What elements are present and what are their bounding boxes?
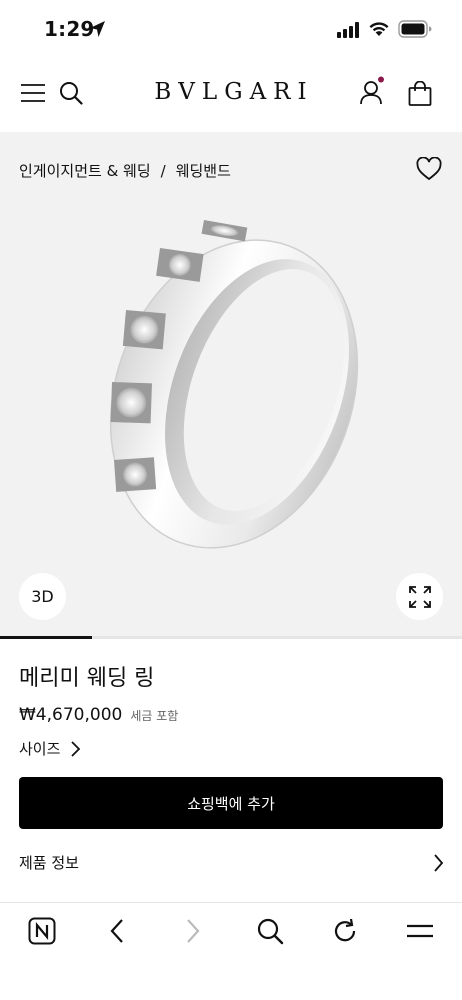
carousel-progress	[0, 636, 462, 639]
product-image-ring[interactable]	[92, 212, 372, 557]
browser-toolbar	[0, 902, 462, 1000]
size-label: 사이즈	[19, 740, 61, 758]
product-info-row[interactable]: 제품 정보	[19, 852, 443, 873]
chevron-right-icon	[71, 740, 81, 757]
heart-icon[interactable]	[416, 157, 442, 181]
add-to-bag-button[interactable]: 쇼핑백에 추가	[19, 777, 443, 829]
back-icon[interactable]	[108, 917, 126, 945]
n-icon[interactable]	[28, 917, 56, 945]
wifi-icon	[369, 22, 389, 36]
breadcrumb-item-engagement[interactable]: 인게이지먼트 & 웨딩	[19, 160, 151, 181]
chevron-right-icon	[434, 853, 443, 872]
breadcrumb-item-wedding-band[interactable]: 웨딩밴드	[176, 160, 231, 181]
price-row: ₩4,670,000 세금 포함	[19, 705, 178, 725]
view-3d-button[interactable]: 3D	[19, 573, 66, 620]
menu-icon[interactable]	[406, 917, 434, 945]
forward-icon[interactable]	[184, 917, 202, 945]
shopping-bag-icon[interactable]	[408, 81, 432, 107]
breadcrumb-separator: /	[160, 162, 166, 180]
location-arrow-icon	[90, 21, 105, 37]
status-bar: 1:29	[0, 0, 462, 62]
product-info-label: 제품 정보	[19, 854, 79, 872]
expand-icon	[408, 585, 431, 608]
signal-icon	[337, 22, 359, 38]
carousel-progress-fill	[0, 636, 93, 639]
product-name: 메리미 웨딩 링	[19, 666, 155, 691]
product-hero: 인게이지먼트 & 웨딩 / 웨딩밴드 3D	[0, 132, 462, 638]
account-icon[interactable]	[358, 76, 386, 106]
search-icon[interactable]	[256, 917, 284, 945]
breadcrumb: 인게이지먼트 & 웨딩 / 웨딩밴드	[19, 160, 231, 181]
battery-icon	[398, 20, 432, 38]
reload-icon[interactable]	[331, 917, 359, 945]
tax-note: 세금 포함	[130, 709, 179, 723]
notification-dot	[378, 76, 384, 83]
fullscreen-button[interactable]	[396, 573, 443, 620]
product-price: ₩4,670,000	[19, 705, 123, 725]
brand-logo[interactable]: BVLGARI	[0, 79, 462, 105]
site-header: BVLGARI	[0, 62, 462, 132]
status-time: 1:29	[44, 17, 95, 41]
size-selector[interactable]: 사이즈	[19, 738, 81, 759]
